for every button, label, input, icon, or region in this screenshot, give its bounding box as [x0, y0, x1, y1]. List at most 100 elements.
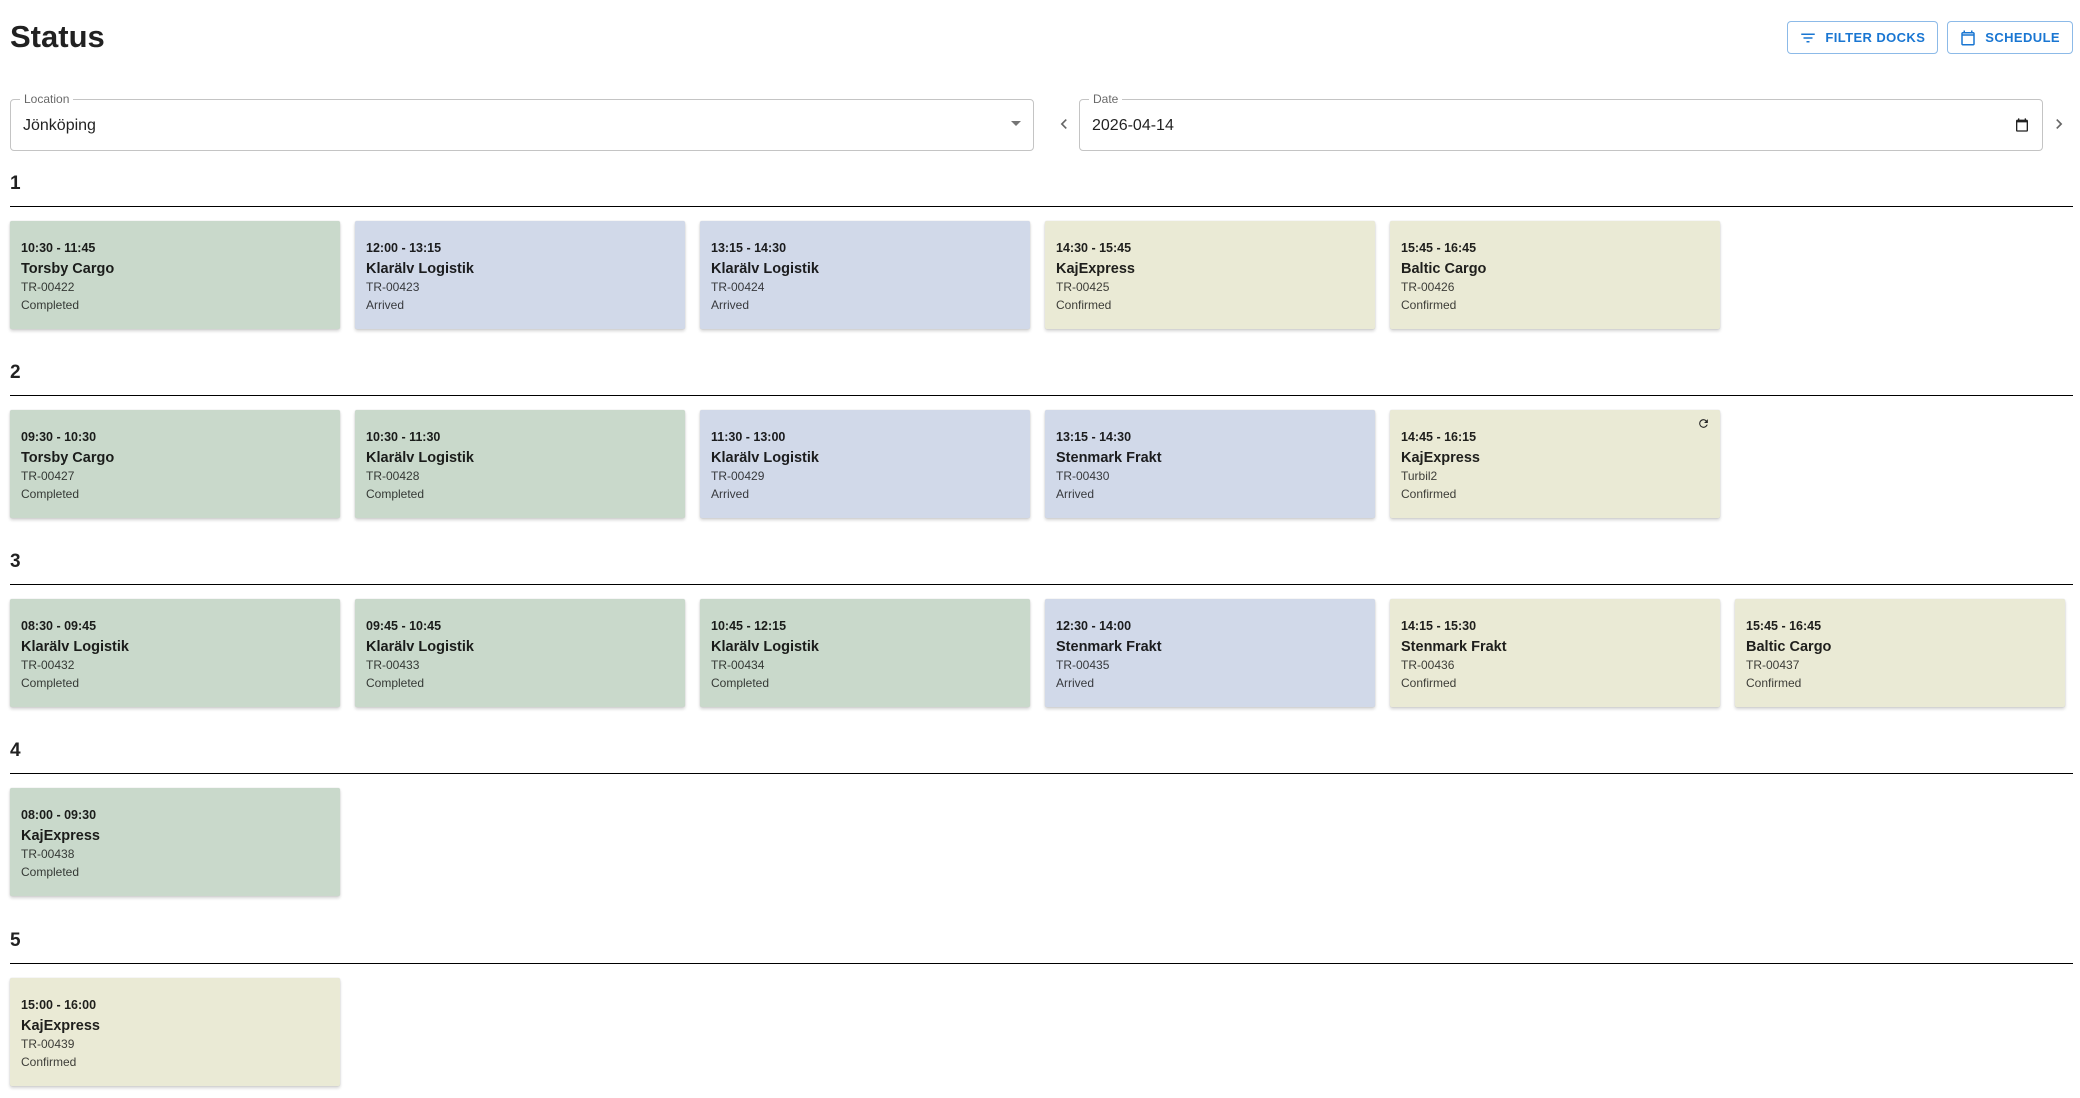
dock-section: 4 08:00 - 09:30 KajExpress TR-00438 Complete… — [10, 739, 2073, 896]
booking-time: 10:30 - 11:45 — [21, 241, 96, 255]
booking-company: Stenmark Frakt — [1401, 639, 1507, 655]
booking-status: Completed — [366, 676, 425, 690]
booking-status: Confirmed — [1401, 298, 1457, 312]
booking-card[interactable]: 12:30 - 14:00 Stenmark Frakt TR-00435 Arriv… — [1045, 599, 1375, 707]
booking-card[interactable]: 11:30 - 13:00 Klarälv Logistik TR-00429 Arr… — [700, 410, 1030, 518]
refresh-icon[interactable] — [1697, 417, 1710, 430]
dock-divider — [10, 206, 2073, 207]
booking-card[interactable]: 08:00 - 09:30 KajExpress TR-00438 Completed — [10, 788, 340, 896]
booking-card[interactable]: 10:45 - 12:15 Klarälv Logistik TR-00434 Com… — [700, 599, 1030, 707]
booking-time: 12:30 - 14:00 — [1056, 619, 1132, 633]
booking-reference: TR-00438 — [21, 847, 75, 861]
booking-card[interactable]: 12:00 - 13:15 Klarälv Logistik TR-00423 Arr… — [355, 221, 685, 329]
booking-reference: TR-00430 — [1056, 469, 1110, 483]
location-select[interactable]: Location Jönköping — [10, 92, 1034, 151]
booking-time: 08:00 - 09:30 — [21, 808, 97, 822]
booking-reference: TR-00425 — [1056, 280, 1110, 294]
booking-status: Completed — [711, 676, 770, 690]
dock-divider — [10, 963, 2073, 964]
dropdown-arrow-icon[interactable] — [1011, 121, 1021, 126]
dock-divider — [10, 773, 2073, 774]
booking-status: Completed — [366, 487, 425, 501]
booking-status: Arrived — [711, 487, 750, 501]
previous-day-icon[interactable] — [1054, 114, 1074, 134]
booking-company: Torsby Cargo — [21, 450, 115, 466]
booking-company: Baltic Cargo — [1746, 639, 1832, 655]
booking-reference: TR-00428 — [366, 469, 420, 483]
booking-time: 09:30 - 10:30 — [21, 430, 97, 444]
booking-card[interactable]: 14:30 - 15:45 KajExpress TR-00425 Confirmed — [1045, 221, 1375, 329]
date-field[interactable]: Date 2026-04-14 — [1079, 92, 2043, 151]
schedule-label: SCHEDULE — [1985, 30, 2060, 45]
booking-company: Klarälv Logistik — [366, 450, 474, 466]
booking-card[interactable]: 08:30 - 09:45 Klarälv Logistik TR-00432 Com… — [10, 599, 340, 707]
schedule-button[interactable]: SCHEDULE — [1947, 21, 2073, 54]
calendar-picker-icon[interactable] — [2014, 117, 2030, 133]
booking-time: 15:45 - 16:45 — [1401, 241, 1477, 255]
booking-card[interactable]: 10:30 - 11:45 Torsby Cargo TR-00422 Complet… — [10, 221, 340, 329]
booking-status: Arrived — [1056, 487, 1095, 501]
booking-company: KajExpress — [1401, 450, 1480, 466]
booking-company: Klarälv Logistik — [21, 639, 129, 655]
booking-card[interactable]: 09:30 - 10:30 Torsby Cargo TR-00427 Complet… — [10, 410, 340, 518]
booking-status: Confirmed — [1401, 676, 1457, 690]
booking-time: 14:15 - 15:30 — [1401, 619, 1477, 633]
booking-card[interactable]: 15:45 - 16:45 Baltic Cargo TR-00426 Confirm… — [1390, 221, 1720, 329]
booking-status: Confirmed — [1401, 487, 1457, 501]
dock-divider — [10, 584, 2073, 585]
booking-card[interactable]: 13:15 - 14:30 Stenmark Frakt TR-00430 Arriv… — [1045, 410, 1375, 518]
filter-docks-label: FILTER DOCKS — [1825, 30, 1926, 45]
dock-title: 2 — [10, 362, 21, 383]
booking-company: Klarälv Logistik — [711, 450, 819, 466]
booking-status: Completed — [21, 298, 80, 312]
booking-reference: TR-00433 — [366, 658, 420, 672]
filter-docks-button[interactable]: FILTER DOCKS — [1787, 21, 1939, 54]
dock-title: 4 — [10, 740, 21, 761]
booking-reference: TR-00429 — [711, 469, 765, 483]
booking-card[interactable]: 13:15 - 14:30 Klarälv Logistik TR-00424 Arr… — [700, 221, 1030, 329]
booking-time: 12:00 - 13:15 — [366, 241, 442, 255]
booking-time: 15:45 - 16:45 — [1746, 619, 1822, 633]
booking-time: 15:00 - 16:00 — [21, 998, 97, 1012]
booking-company: Klarälv Logistik — [711, 639, 819, 655]
dock-section: 3 08:30 - 09:45 Klarälv Logistik TR-00432 Co… — [10, 550, 2073, 707]
next-day-icon[interactable] — [2049, 114, 2069, 134]
date-value: 2026-04-14 — [1092, 117, 1174, 134]
booking-time: 14:45 - 16:15 — [1401, 430, 1477, 444]
toolbar: FILTER DOCKS SCHEDULE — [1787, 21, 2073, 54]
booking-status: Arrived — [366, 298, 405, 312]
calendar-icon — [1961, 30, 1976, 45]
booking-reference: TR-00423 — [366, 280, 420, 294]
booking-card[interactable]: 14:45 - 16:15 KajExpress Turbil2 Confirmed — [1390, 410, 1720, 518]
booking-time: 09:45 - 10:45 — [366, 619, 442, 633]
booking-card[interactable]: 10:30 - 11:30 Klarälv Logistik TR-00428 Com… — [355, 410, 685, 518]
booking-reference: TR-00437 — [1746, 658, 1800, 672]
booking-card[interactable]: 14:15 - 15:30 Stenmark Frakt TR-00436 Confi… — [1390, 599, 1720, 707]
booking-reference: TR-00424 — [711, 280, 765, 294]
dock-title: 5 — [10, 930, 21, 951]
booking-company: Klarälv Logistik — [366, 639, 474, 655]
booking-status: Completed — [21, 676, 80, 690]
booking-time: 13:15 - 14:30 — [711, 241, 787, 255]
dock-divider — [10, 395, 2073, 396]
booking-card[interactable]: 09:45 - 10:45 Klarälv Logistik TR-00433 Com… — [355, 599, 685, 707]
booking-reference: Turbil2 — [1401, 469, 1438, 483]
booking-status: Arrived — [711, 298, 750, 312]
dock-title: 3 — [10, 551, 21, 572]
booking-status: Completed — [21, 487, 80, 501]
location-value: Jönköping — [23, 117, 96, 134]
booking-time: 13:15 - 14:30 — [1056, 430, 1132, 444]
booking-card[interactable]: 15:45 - 16:45 Baltic Cargo TR-00437 Confirm… — [1735, 599, 2065, 707]
booking-reference: TR-00436 — [1401, 658, 1455, 672]
booking-card[interactable]: 15:00 - 16:00 KajExpress TR-00439 Confirmed — [10, 978, 340, 1086]
booking-company: Klarälv Logistik — [711, 261, 819, 277]
booking-time: 10:30 - 11:30 — [366, 430, 441, 444]
booking-time: 11:30 - 13:00 — [711, 430, 786, 444]
booking-reference: TR-00432 — [21, 658, 75, 672]
booking-reference: TR-00427 — [21, 469, 75, 483]
filter-icon — [1801, 33, 1816, 42]
booking-reference: TR-00435 — [1056, 658, 1110, 672]
dock-title: 1 — [10, 173, 21, 194]
booking-reference: TR-00422 — [21, 280, 75, 294]
dock-section: 1 10:30 - 11:45 Torsby Cargo TR-00422 Comple… — [10, 172, 2073, 329]
